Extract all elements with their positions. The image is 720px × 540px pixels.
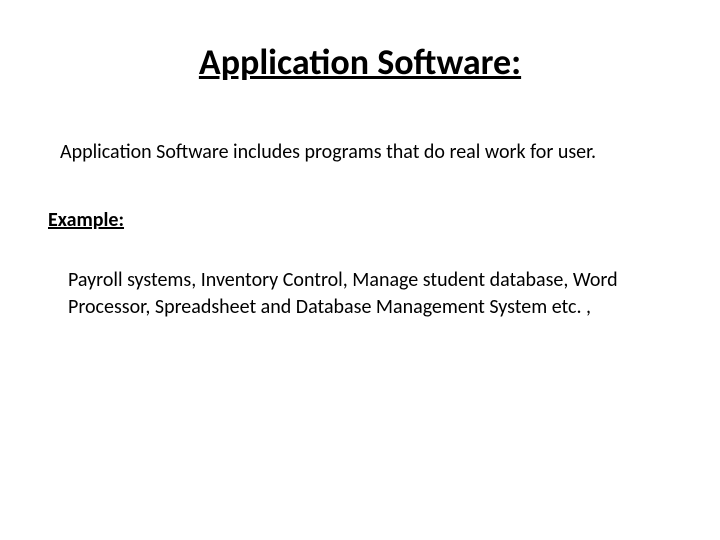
page-title: Application Software:: [40, 40, 680, 84]
example-body: Payroll systems, Inventory Control, Mana…: [68, 267, 650, 321]
definition-text: Application Software includes programs t…: [60, 139, 650, 166]
example-label: Example:: [48, 208, 680, 232]
